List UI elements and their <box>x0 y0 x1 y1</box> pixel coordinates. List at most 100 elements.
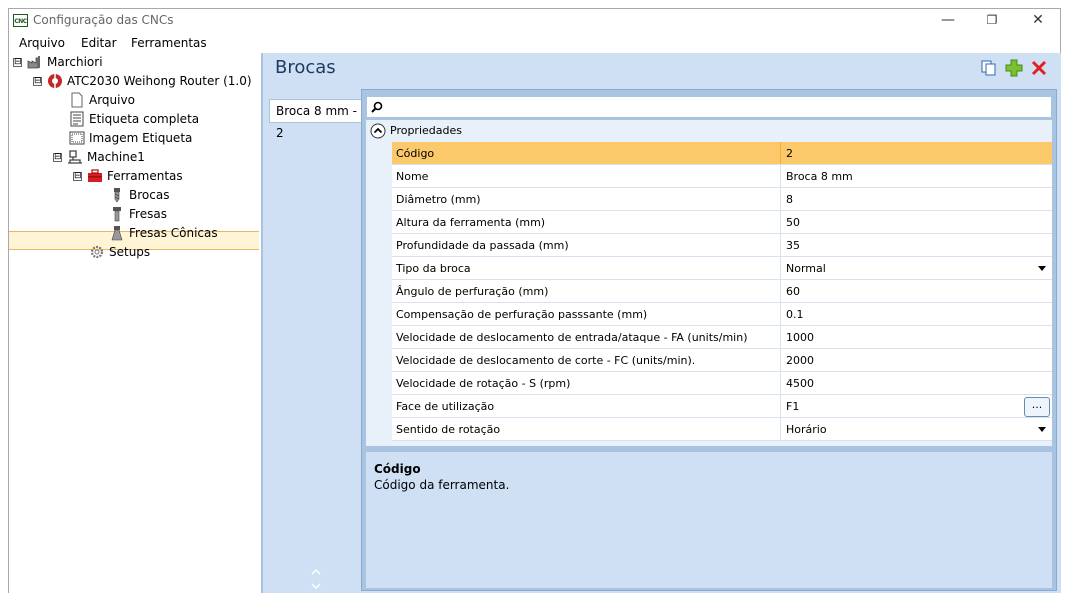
property-row[interactable]: Velocidade de deslocamento de corte - FC… <box>392 349 1052 372</box>
drill-bit-icon <box>114 188 120 203</box>
close-button[interactable]: ✕ <box>1015 9 1061 33</box>
property-value[interactable]: F1 <box>786 395 799 418</box>
search-box[interactable] <box>366 96 1052 118</box>
details-pane: Brocas Broca 8 mm - 2 Propriedades Códig… <box>263 53 1061 593</box>
property-value[interactable]: 8 <box>786 188 793 211</box>
property-name: Código <box>396 147 435 160</box>
property-row[interactable]: Altura da ferramenta (mm) 50 <box>392 211 1052 234</box>
property-row[interactable]: Velocidade de deslocamento de entrada/at… <box>392 326 1052 349</box>
delete-icon[interactable] <box>1030 59 1048 77</box>
title-bar: CNC Configuração das CNCs — ❐ ✕ <box>9 9 1060 33</box>
property-row[interactable]: Compensação de perfuração passsante (mm)… <box>392 303 1052 326</box>
column-divider <box>780 418 781 440</box>
expander-minus-icon[interactable]: ⊟ <box>33 77 42 86</box>
tree-label: Brocas <box>129 188 170 202</box>
property-name: Diâmetro (mm) <box>396 193 481 206</box>
page-title: Brocas <box>275 57 336 78</box>
property-row[interactable]: Ângulo de perfuração (mm) 60 <box>392 280 1052 303</box>
property-row[interactable]: Sentido de rotação Horário <box>392 418 1052 441</box>
expander-minus-icon[interactable]: ⊟ <box>13 58 22 67</box>
label-document-icon <box>70 111 84 127</box>
tree-label: Ferramentas <box>107 169 183 183</box>
property-panel: Propriedades Código 2 Nome Broca 8 mm Diâm… <box>361 89 1057 591</box>
menu-bar: Arquivo Editar Ferramentas <box>9 33 1060 53</box>
scroll-arrows-icon[interactable] <box>311 567 321 591</box>
property-name: Velocidade de deslocamento de entrada/at… <box>396 331 748 344</box>
main-window: CNC Configuração das CNCs — ❐ ✕ Arquivo … <box>8 8 1061 593</box>
category-label: Propriedades <box>390 124 462 137</box>
help-description: Código da ferramenta. <box>374 478 510 492</box>
conical-bit-icon <box>111 226 123 241</box>
window-title: Configuração das CNCs <box>33 13 174 27</box>
property-name: Profundidade da passada (mm) <box>396 239 569 252</box>
property-row[interactable]: Tipo da broca Normal <box>392 257 1052 280</box>
property-row[interactable]: Código 2 <box>392 142 1052 165</box>
property-value[interactable]: 2000 <box>786 349 814 372</box>
property-row[interactable]: Profundidade da passada (mm) 35 <box>392 234 1052 257</box>
details-header: Brocas <box>263 53 1061 83</box>
property-value[interactable]: 4500 <box>786 372 814 395</box>
menu-arquivo[interactable]: Arquivo <box>19 36 65 50</box>
machine-icon <box>68 150 82 164</box>
property-row[interactable]: Velocidade de rotação - S (rpm) 4500 <box>392 372 1052 395</box>
property-name: Face de utilização <box>396 400 495 413</box>
ellipsis-button[interactable]: ... <box>1024 397 1050 417</box>
property-name: Velocidade de rotação - S (rpm) <box>396 377 571 390</box>
column-divider <box>780 326 781 348</box>
tree-label: Imagem Etiqueta <box>89 131 193 145</box>
property-row[interactable]: Nome Broca 8 mm <box>392 165 1052 188</box>
config-tree: ⊟ Marchiori ⊟ ATC2030 Weihong Router (1.… <box>9 53 263 593</box>
property-value[interactable]: Normal <box>786 257 826 280</box>
app-icon: CNC <box>13 14 28 27</box>
column-divider <box>780 349 781 371</box>
tree-label: Fresas Cônicas <box>129 226 218 240</box>
document-icon <box>71 92 83 108</box>
property-value[interactable]: 60 <box>786 280 800 303</box>
property-name: Tipo da broca <box>396 262 471 275</box>
property-value[interactable]: 35 <box>786 234 800 257</box>
label-image-icon <box>69 131 85 145</box>
gear-icon <box>90 245 104 259</box>
property-value[interactable]: 2 <box>786 142 793 165</box>
property-value[interactable]: 0.1 <box>786 303 804 326</box>
tree-label: Marchiori <box>47 55 103 69</box>
property-name: Velocidade de deslocamento de corte - FC… <box>396 354 696 367</box>
property-name: Sentido de rotação <box>396 423 501 436</box>
column-divider <box>780 142 781 164</box>
column-divider <box>780 257 781 279</box>
dropdown-arrow-icon[interactable] <box>1038 427 1046 432</box>
tree-label: Arquivo <box>89 93 135 107</box>
menu-editar[interactable]: Editar <box>81 36 117 50</box>
expander-minus-icon[interactable]: ⊟ <box>53 153 62 162</box>
tree-label: Fresas <box>129 207 167 221</box>
property-row[interactable]: Face de utilização F1... <box>392 395 1052 418</box>
column-divider <box>780 211 781 233</box>
property-value[interactable]: Horário <box>786 418 827 441</box>
tree-label: Setups <box>109 245 151 259</box>
maximize-button[interactable]: ❐ <box>969 9 1015 33</box>
tab-broca-8mm[interactable]: Broca 8 mm - 2 <box>269 99 363 140</box>
property-grid: Propriedades Código 2 Nome Broca 8 mm Diâm… <box>366 120 1052 446</box>
expander-minus-icon[interactable]: ⊟ <box>73 172 82 181</box>
copy-icon[interactable] <box>980 59 998 77</box>
search-icon <box>371 101 383 113</box>
property-value[interactable]: 1000 <box>786 326 814 349</box>
help-pane: Código Código da ferramenta. <box>366 450 1052 588</box>
property-name: Altura da ferramenta (mm) <box>396 216 546 229</box>
item-tab-strip: Broca 8 mm - 2 <box>263 89 363 593</box>
add-icon[interactable] <box>1005 59 1023 77</box>
dropdown-arrow-icon[interactable] <box>1038 266 1046 271</box>
column-divider <box>780 234 781 256</box>
collapse-icon[interactable] <box>370 123 386 139</box>
property-row[interactable]: Diâmetro (mm) 8 <box>392 188 1052 211</box>
tree-label: ATC2030 Weihong Router (1.0) <box>67 74 252 88</box>
factory-icon <box>27 56 40 69</box>
minimize-button[interactable]: — <box>925 9 971 33</box>
router-machine-icon <box>48 74 62 88</box>
menu-ferramentas[interactable]: Ferramentas <box>131 36 207 50</box>
property-value[interactable]: Broca 8 mm <box>786 165 853 188</box>
property-value[interactable]: 50 <box>786 211 800 234</box>
column-divider <box>780 188 781 210</box>
column-divider <box>780 395 781 417</box>
category-header[interactable]: Propriedades <box>366 120 1052 142</box>
